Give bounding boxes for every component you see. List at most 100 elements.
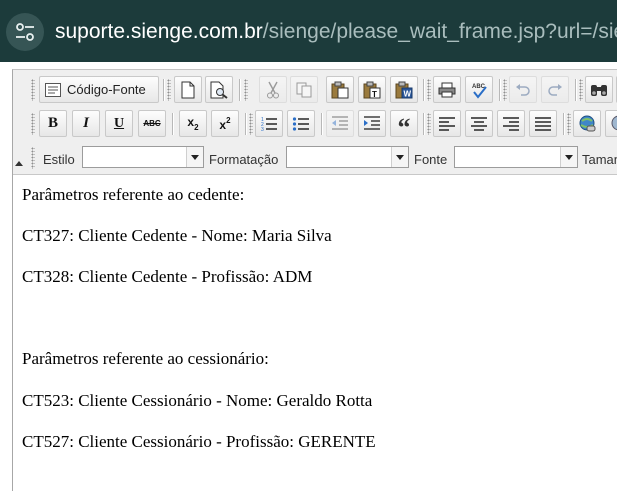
align-right-icon	[503, 116, 519, 131]
collapse-toolbar-icon[interactable]	[15, 161, 23, 166]
superscript-icon: x2	[219, 116, 230, 132]
chevron-down-icon[interactable]	[391, 147, 408, 167]
source-code-label: Código-Fonte	[67, 82, 146, 97]
undo-icon	[516, 83, 530, 96]
toolbar-separator	[172, 113, 173, 135]
strikethrough-button[interactable]: ABC	[138, 110, 166, 137]
find-button[interactable]	[585, 76, 613, 103]
toolbar-grip[interactable]	[31, 113, 35, 135]
toolbar-separator	[423, 113, 424, 135]
unlink-button[interactable]	[605, 110, 617, 137]
url-path: /sienge/please_wait_frame.jsp?url=/sie	[262, 20, 617, 43]
svg-text:3: 3	[261, 127, 264, 133]
preview-icon	[210, 81, 228, 99]
spellcheck-icon: ABC	[472, 84, 487, 99]
numbered-list-button[interactable]: 123	[255, 110, 283, 137]
numbered-list-icon: 123	[261, 117, 277, 133]
new-page-icon	[181, 81, 195, 98]
size-label: Taman	[582, 152, 617, 167]
print-button[interactable]	[433, 76, 461, 103]
toolbar-grip[interactable]	[249, 113, 253, 135]
toolbar-grip[interactable]	[579, 79, 583, 101]
bulleted-list-button[interactable]	[287, 110, 315, 137]
undo-button[interactable]	[509, 76, 537, 103]
redo-icon	[548, 83, 562, 96]
spellcheck-button[interactable]: ABC	[465, 76, 493, 103]
paragraph[interactable]: CT527: Cliente Cessionário - Profissão: …	[22, 432, 376, 452]
indent-icon	[364, 115, 380, 130]
svg-text:W: W	[404, 89, 412, 98]
format-select[interactable]	[286, 146, 409, 168]
paste-word-icon: W	[395, 81, 413, 98]
paragraph[interactable]: CT523: Cliente Cessionário - Nome: Geral…	[22, 391, 372, 411]
toolbar-grip[interactable]	[567, 113, 571, 135]
toolbar-grip[interactable]	[503, 79, 507, 101]
new-page-button[interactable]	[174, 76, 202, 103]
preview-button[interactable]	[205, 76, 233, 103]
subscript-button[interactable]: x2	[179, 110, 207, 137]
chevron-down-icon[interactable]	[560, 147, 577, 167]
chevron-down-icon[interactable]	[186, 147, 203, 167]
paste-button[interactable]	[326, 76, 354, 103]
toolbar-grip[interactable]	[31, 147, 35, 169]
outdent-icon	[332, 115, 348, 130]
page-gap	[0, 62, 617, 69]
font-select[interactable]	[454, 146, 578, 168]
italic-button[interactable]: I	[72, 110, 100, 137]
justify-icon	[535, 116, 551, 131]
toolbar-separator	[239, 79, 240, 101]
toolbar-grip[interactable]	[427, 113, 431, 135]
source-code-button[interactable]: Código-Fonte	[39, 76, 159, 103]
toolbar-row-1: Código-Fonte T W ABC	[13, 73, 617, 107]
address-bar: suporte.sienge.com.br/sienge/please_wait…	[0, 0, 617, 62]
align-left-button[interactable]	[433, 110, 461, 137]
subscript-icon: x2	[187, 115, 198, 132]
redo-button[interactable]	[541, 76, 569, 103]
link-icon	[579, 115, 596, 131]
url-field[interactable]: suporte.sienge.com.br/sienge/please_wait…	[55, 19, 617, 45]
toolbar-separator	[321, 113, 322, 135]
underline-button[interactable]: U	[105, 110, 133, 137]
bold-icon: B	[47, 115, 58, 131]
align-center-button[interactable]	[465, 110, 493, 137]
paragraph[interactable]: Parâmetros referente ao cedente:	[22, 185, 244, 205]
subscript-mark: 2	[194, 123, 199, 132]
blockquote-icon: “	[397, 112, 411, 142]
toolbar-grip[interactable]	[167, 79, 171, 101]
print-icon	[438, 82, 456, 97]
align-right-button[interactable]	[497, 110, 525, 137]
unlink-icon	[611, 115, 617, 130]
justify-button[interactable]	[529, 110, 557, 137]
paste-text-button[interactable]: T	[358, 76, 386, 103]
toolbar-row-3: Estilo Formatação Fonte Taman	[13, 141, 617, 175]
rich-text-editor: Código-Fonte T W ABC B I U ABC x2 x2 1 2…	[12, 69, 617, 491]
paste-text-icon: T	[363, 81, 381, 99]
paragraph[interactable]: Parâmetros referente ao cessionário:	[22, 349, 269, 369]
bold-button[interactable]: B	[39, 110, 67, 137]
toolbar-grip[interactable]	[244, 79, 248, 101]
paragraph[interactable]: CT327: Cliente Cedente - Nome: Maria Sil…	[22, 226, 332, 246]
toolbar-separator	[163, 79, 164, 101]
style-label: Estilo	[43, 152, 75, 167]
find-icon	[591, 84, 607, 96]
toolbar-separator	[575, 79, 576, 101]
toolbar-grip[interactable]	[31, 79, 35, 101]
paragraph[interactable]: CT328: Cliente Cedente - Profissão: ADM	[22, 267, 312, 287]
cut-button[interactable]	[259, 76, 287, 103]
style-select[interactable]	[82, 146, 204, 168]
copy-button[interactable]	[290, 76, 318, 103]
url-host: suporte.sienge.com.br	[55, 20, 263, 43]
blockquote-button[interactable]: “	[390, 110, 418, 142]
paste-word-button[interactable]: W	[390, 76, 418, 103]
superscript-button[interactable]: x2	[211, 110, 239, 137]
toolbar-grip[interactable]	[427, 79, 431, 101]
site-info-button[interactable]	[6, 13, 44, 51]
underline-icon: U	[113, 115, 125, 131]
toolbar-separator	[563, 113, 564, 135]
strikethrough-icon: ABC	[143, 119, 161, 128]
outdent-button[interactable]	[326, 110, 354, 137]
link-button[interactable]	[573, 110, 601, 137]
indent-button[interactable]	[358, 110, 386, 137]
svg-text:T: T	[372, 90, 377, 99]
editor-content[interactable]: Parâmetros referente ao cedente: CT327: …	[13, 176, 617, 491]
